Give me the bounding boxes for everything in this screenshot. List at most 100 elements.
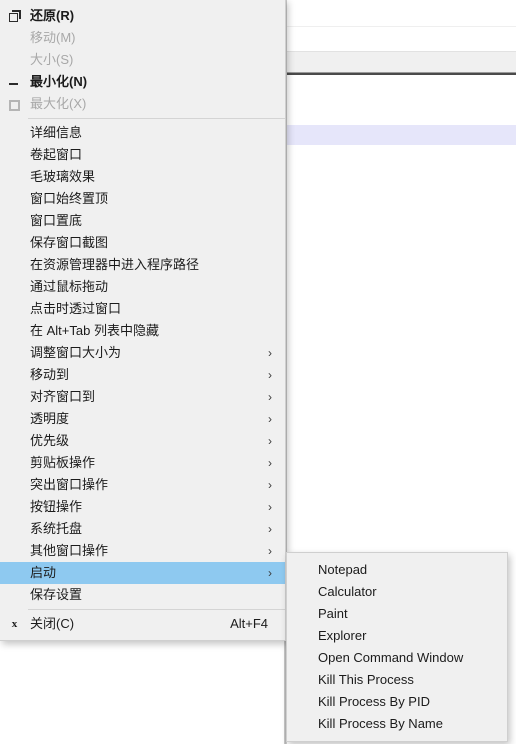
menu-item-shortcut: Alt+F4 [230,616,268,631]
menu-item-label: 透明度 [30,411,70,426]
minimize-icon [9,83,18,85]
menu-item[interactable]: 按钮操作 › [0,496,285,518]
menu-item-gutter [0,27,28,49]
menu-item[interactable]: 在资源管理器中进入程序路径 [0,254,285,276]
submenu-item[interactable]: Calculator [287,581,507,603]
chevron-right-icon: › [268,500,272,514]
menu-item[interactable]: 还原(R) [0,5,285,27]
submenu-item[interactable]: Kill Process By PID [287,691,507,713]
menu-item[interactable]: 启动 › [0,562,285,584]
menu-item-label: 毛玻璃效果 [30,169,96,184]
menu-item-gutter [0,254,28,276]
menu-item[interactable]: 卷起窗口 [0,144,285,166]
menu-item-gutter [0,364,28,386]
submenu-item-label: Kill Process By PID [318,694,430,709]
menu-item-label: 卷起窗口 [30,147,83,162]
menu-item-gutter [0,540,28,562]
menu-item-gutter [0,71,28,93]
menu-item-gutter [0,166,28,188]
menu-item-label: 系统托盘 [30,521,83,536]
menu-item-label: 详细信息 [30,125,83,140]
submenu-item[interactable]: Kill This Process [287,669,507,691]
menu-item[interactable]: 详细信息 [0,122,285,144]
menu-item-gutter [0,49,28,71]
submenu-item-label: Calculator [318,584,377,599]
submenu-item-label: Notepad [318,562,368,577]
submenu-item[interactable]: Notepad [287,559,507,581]
menu-separator [28,609,285,610]
chevron-right-icon: › [268,566,272,580]
menu-item-label: 窗口置底 [30,213,83,228]
menu-item-label: 其他窗口操作 [30,543,109,558]
menu-item[interactable]: 调整窗口大小为 › [0,342,285,364]
menu-item-label: 点击时透过窗口 [30,301,122,316]
menu-item-label: 调整窗口大小为 [30,345,122,360]
menu-item-label: 剪贴板操作 [30,455,96,470]
submenu-item[interactable]: Explorer [287,625,507,647]
menu-item[interactable]: 系统托盘 › [0,518,285,540]
menu-item-gutter [0,342,28,364]
menu-item-label: 对齐窗口到 [30,389,96,404]
chevron-right-icon: › [268,434,272,448]
chevron-right-icon: › [268,478,272,492]
menu-item-gutter [0,562,28,584]
menu-item[interactable]: 毛玻璃效果 [0,166,285,188]
menu-item-label: 最大化(X) [30,96,87,111]
menu-item[interactable]: 窗口置底 [0,210,285,232]
menu-item-gutter [0,122,28,144]
menu-item-gutter [0,386,28,408]
menu-item[interactable]: 透明度 › [0,408,285,430]
menu-item-label: 启动 [30,565,57,580]
submenu-item[interactable]: Paint [287,603,507,625]
submenu-item-label: Open Command Window [318,650,464,665]
chevron-right-icon: › [268,412,272,426]
menu-item-gutter [0,474,28,496]
menu-item-gutter [0,232,28,254]
menu-item: 移动(M) [0,27,285,49]
menu-item[interactable]: 保存设置 [0,584,285,606]
menu-item: 大小(S) [0,49,285,71]
menu-item[interactable]: 对齐窗口到 › [0,386,285,408]
maximize-icon [9,100,20,111]
chevron-right-icon: › [268,456,272,470]
menu-item-gutter [0,188,28,210]
menu-item-gutter [0,93,28,115]
menu-item-label: 移动到 [30,367,70,382]
menu-item-label: 按钮操作 [30,499,83,514]
menu-item[interactable]: 点击时透过窗口 [0,298,285,320]
window-system-context-menu[interactable]: 还原(R) 移动(M) 大小(S) 最小化(N) 最大化(X) 详细信息卷起窗口毛玻璃效果… [0,0,286,641]
close-icon: x [11,618,18,630]
submenu-item-label: Kill Process By Name [318,716,443,731]
menu-item-gutter [0,496,28,518]
menu-item[interactable]: 通过鼠标拖动 [0,276,285,298]
menu-item[interactable]: 移动到 › [0,364,285,386]
menu-item-label: 关闭(C) [30,616,75,631]
menu-item-gutter [0,144,28,166]
submenu-item-label: Kill This Process [318,672,414,687]
menu-item[interactable]: 突出窗口操作 › [0,474,285,496]
menu-item-label: 最小化(N) [30,74,88,89]
menu-item-gutter [0,298,28,320]
menu-item-gutter [0,210,28,232]
menu-item-gutter [0,518,28,540]
menu-item[interactable]: 其他窗口操作 › [0,540,285,562]
menu-item[interactable]: 窗口始终置顶 [0,188,285,210]
menu-item-label: 优先级 [30,433,70,448]
menu-item[interactable]: 最小化(N) [0,71,285,93]
menu-item[interactable]: 优先级 › [0,430,285,452]
menu-item[interactable]: 剪贴板操作 › [0,452,285,474]
chevron-right-icon: › [268,346,272,360]
submenu-item[interactable]: Open Command Window [287,647,507,669]
submenu-item[interactable]: Kill Process By Name [287,713,507,735]
menu-item-gutter [0,408,28,430]
menu-item-label: 大小(S) [30,52,74,67]
menu-item[interactable]: 在 Alt+Tab 列表中隐藏 [0,320,285,342]
menu-item-label: 还原(R) [30,8,75,23]
menu-item-gutter: x [0,613,28,635]
chevron-right-icon: › [268,368,272,382]
menu-item[interactable]: 保存窗口截图 [0,232,285,254]
launch-submenu[interactable]: Notepad Calculator Paint Explorer Open Comma… [286,552,508,742]
menu-item[interactable]: x 关闭(C) Alt+F4 [0,613,285,635]
menu-item-label: 突出窗口操作 [30,477,109,492]
menu-separator [28,118,285,119]
